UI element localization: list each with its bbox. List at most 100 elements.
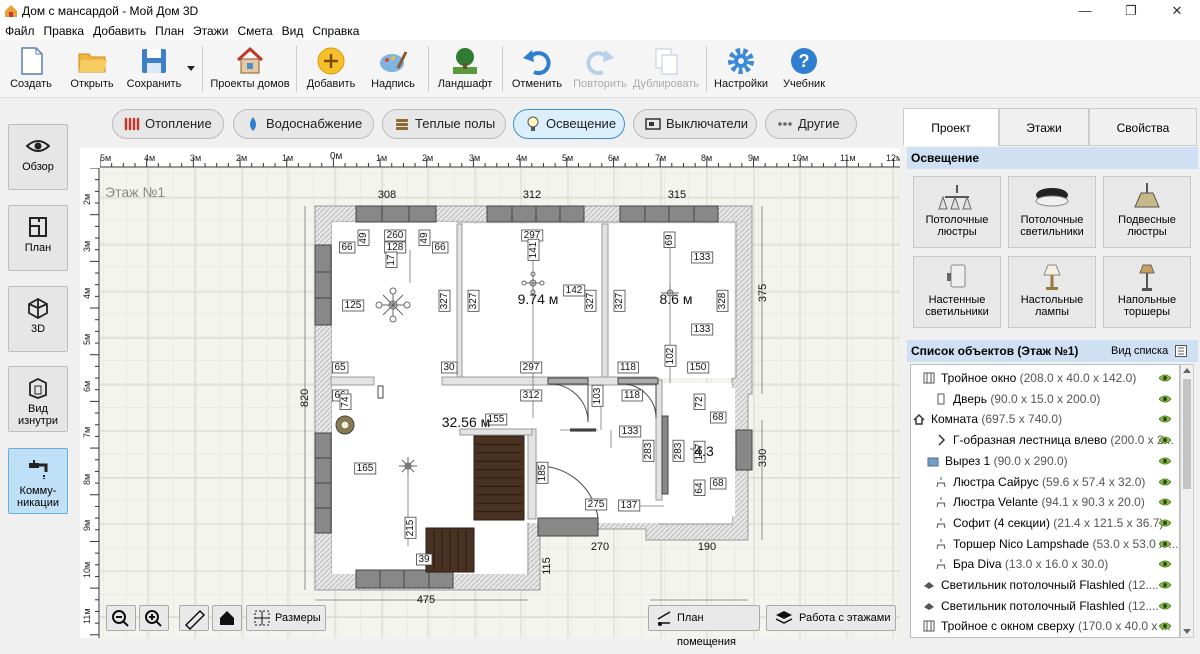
ruler-left-label: 9м bbox=[82, 520, 92, 531]
visibility-eye-icon[interactable] bbox=[1159, 456, 1171, 466]
ruler-button[interactable] bbox=[179, 605, 209, 631]
filter-switches[interactable]: Выключатели bbox=[633, 109, 757, 139]
filter-heating[interactable]: Отопление bbox=[112, 109, 224, 139]
dim-label: 315 bbox=[668, 189, 686, 201]
dimensions-button[interactable]: Размеры bbox=[246, 605, 326, 631]
close-button[interactable]: ✕ bbox=[1154, 0, 1200, 22]
dim-label: 327 bbox=[614, 292, 625, 309]
ruler-icon bbox=[184, 609, 206, 631]
floors-work-button[interactable]: Работа с этажами bbox=[766, 605, 896, 631]
light-bulb-icon bbox=[527, 116, 539, 131]
tutorial-button[interactable]: ? Учебник bbox=[776, 42, 832, 96]
minimize-button[interactable]: — bbox=[1062, 0, 1108, 22]
view-list-toggle[interactable]: Вид списка bbox=[1111, 340, 1168, 362]
menu-floors[interactable]: Этажи bbox=[188, 22, 232, 38]
object-row[interactable]: Софит (4 секции) (21.4 x 121.5 x 36.7) bbox=[911, 513, 1179, 533]
zoom-out-icon bbox=[112, 610, 129, 627]
plan-view-button[interactable]: План bbox=[8, 205, 68, 271]
landscape-button[interactable]: Ландшафт bbox=[434, 42, 496, 96]
plan-canvas[interactable]: 5м 4м 3м 2м 1м 0м 1м 2м 3м 4м 5м 6м 7м 8… bbox=[80, 148, 900, 638]
water-drop-icon bbox=[250, 117, 256, 131]
tab-properties[interactable]: Свойства bbox=[1089, 108, 1197, 146]
object-row[interactable]: Тройное с окном сверху (170.0 x 40.0 x .… bbox=[911, 616, 1179, 636]
category-label: люстры bbox=[937, 226, 977, 238]
menu-view[interactable]: Вид bbox=[277, 22, 308, 38]
add-button[interactable]: Добавить bbox=[302, 42, 360, 96]
visibility-eye-icon[interactable] bbox=[1159, 497, 1171, 507]
overview-button[interactable]: Обзор bbox=[8, 124, 68, 190]
visibility-eye-icon[interactable] bbox=[1159, 559, 1171, 569]
create-button[interactable]: Создать bbox=[6, 42, 56, 96]
home-view-button[interactable] bbox=[212, 605, 242, 631]
object-row[interactable]: Торшер Nico Lampshade (53.0 x 53.0 x ... bbox=[911, 534, 1179, 554]
duplicate-button[interactable]: Дублировать bbox=[630, 42, 702, 96]
visibility-eye-icon[interactable] bbox=[1159, 621, 1171, 631]
floor-plan-drawing[interactable]: 5м 4м 3м 2м 1м 0м 1м 2м 3м 4м 5м 6м 7м 8… bbox=[80, 148, 900, 638]
save-button[interactable]: Сохранить bbox=[124, 42, 184, 96]
menu-plan[interactable]: План bbox=[150, 22, 188, 38]
visibility-eye-icon[interactable] bbox=[1159, 414, 1171, 424]
eye-icon bbox=[26, 140, 50, 152]
category-table-lamps[interactable]: Настольные лампы bbox=[1008, 256, 1096, 328]
visibility-eye-icon[interactable] bbox=[1159, 394, 1171, 404]
visibility-eye-icon[interactable] bbox=[1159, 580, 1171, 590]
zoom-in-button[interactable] bbox=[139, 605, 169, 631]
filter-water[interactable]: Водоснабжение bbox=[233, 109, 374, 139]
filter-heated-floor[interactable]: Теплые полы bbox=[382, 109, 506, 139]
category-label: Настольные bbox=[1020, 294, 1084, 306]
menu-edit[interactable]: Правка bbox=[39, 22, 89, 38]
house-projects-button[interactable]: Проекты домов bbox=[208, 42, 292, 96]
menu-add[interactable]: Добавить bbox=[88, 22, 150, 38]
inside-view-button[interactable]: Вид изнутри bbox=[8, 366, 68, 432]
ruler-left-label: 7м bbox=[82, 427, 92, 438]
duplicate-icon bbox=[655, 48, 678, 75]
object-row[interactable]: Г-образная лестница влево (200.0 x 2... bbox=[911, 430, 1179, 450]
menu-estimate[interactable]: Смета bbox=[232, 22, 276, 38]
caption-button[interactable]: Надпись bbox=[364, 42, 422, 96]
object-list[interactable]: Тройное окно (208.0 x 40.0 x 142.0) Дверь… bbox=[910, 364, 1180, 638]
ruler-top-label: 4м bbox=[144, 153, 155, 163]
object-row[interactable]: Люстра Сайрус (59.6 x 57.4 x 32.0) bbox=[911, 472, 1179, 492]
object-list-scrollbar[interactable] bbox=[1180, 364, 1194, 638]
menu-help[interactable]: Справка bbox=[307, 22, 363, 38]
settings-button[interactable]: Настройки bbox=[712, 42, 770, 96]
category-pendant-chandeliers[interactable]: Подвесные люстры bbox=[1103, 176, 1191, 248]
object-row[interactable]: Люстра Velante (94.1 x 90.3 x 20.0) bbox=[911, 492, 1179, 512]
zoom-out-button[interactable] bbox=[106, 605, 136, 631]
visibility-eye-icon[interactable] bbox=[1159, 435, 1171, 445]
object-row[interactable]: Вырез 1 (90.0 x 290.0) bbox=[911, 451, 1179, 471]
category-ceiling-chandeliers[interactable]: Потолочные люстры bbox=[913, 176, 1001, 248]
open-button[interactable]: Открыть bbox=[66, 42, 118, 96]
tab-floors[interactable]: Этажи bbox=[999, 108, 1089, 146]
undo-button[interactable]: Отменить bbox=[508, 42, 566, 96]
save-dropdown-icon[interactable] bbox=[187, 66, 195, 72]
object-row[interactable]: Дверь (90.0 x 15.0 x 200.0) bbox=[911, 389, 1179, 409]
lamp-icon bbox=[936, 559, 946, 570]
category-ceiling-lights[interactable]: Потолочные светильники bbox=[1008, 176, 1096, 248]
category-floor-lamps[interactable]: Напольные торшеры bbox=[1103, 256, 1191, 328]
visibility-eye-icon[interactable] bbox=[1159, 601, 1171, 611]
object-row[interactable]: Комната (697.5 x 740.0) bbox=[911, 409, 1179, 429]
filter-other[interactable]: Другие bbox=[765, 109, 857, 139]
visibility-eye-icon[interactable] bbox=[1159, 539, 1171, 549]
communications-button[interactable]: Комму- никации bbox=[8, 448, 68, 514]
visibility-eye-icon[interactable] bbox=[1159, 518, 1171, 528]
room-plan-button[interactable]: План помещения bbox=[648, 605, 760, 648]
object-row[interactable]: Светильник потолочный Flashled (12.... bbox=[911, 596, 1179, 616]
list-view-icon[interactable] bbox=[1175, 345, 1187, 357]
dim-label: 69 bbox=[664, 234, 675, 246]
category-wall-lights[interactable]: Настенные светильники bbox=[913, 256, 1001, 328]
dim-label: 49 bbox=[419, 232, 430, 244]
3d-view-button[interactable]: 3D bbox=[8, 286, 68, 352]
object-row[interactable]: Тройное окно (208.0 x 40.0 x 142.0) bbox=[911, 368, 1179, 388]
tab-project[interactable]: Проект bbox=[903, 108, 999, 146]
visibility-eye-icon[interactable] bbox=[1159, 477, 1171, 487]
room-area-label: 4.3 bbox=[694, 443, 714, 459]
redo-button[interactable]: Повторить bbox=[570, 42, 630, 96]
maximize-button[interactable]: ❐ bbox=[1108, 0, 1154, 22]
menu-file[interactable]: Файл bbox=[0, 22, 39, 38]
object-row[interactable]: Бра Diva (13.0 x 16.0 x 30.0) bbox=[911, 554, 1179, 574]
object-row[interactable]: Светильник потолочный Flashled (12.... bbox=[911, 575, 1179, 595]
filter-lighting[interactable]: Освещение bbox=[513, 109, 625, 139]
visibility-eye-icon[interactable] bbox=[1159, 373, 1171, 383]
